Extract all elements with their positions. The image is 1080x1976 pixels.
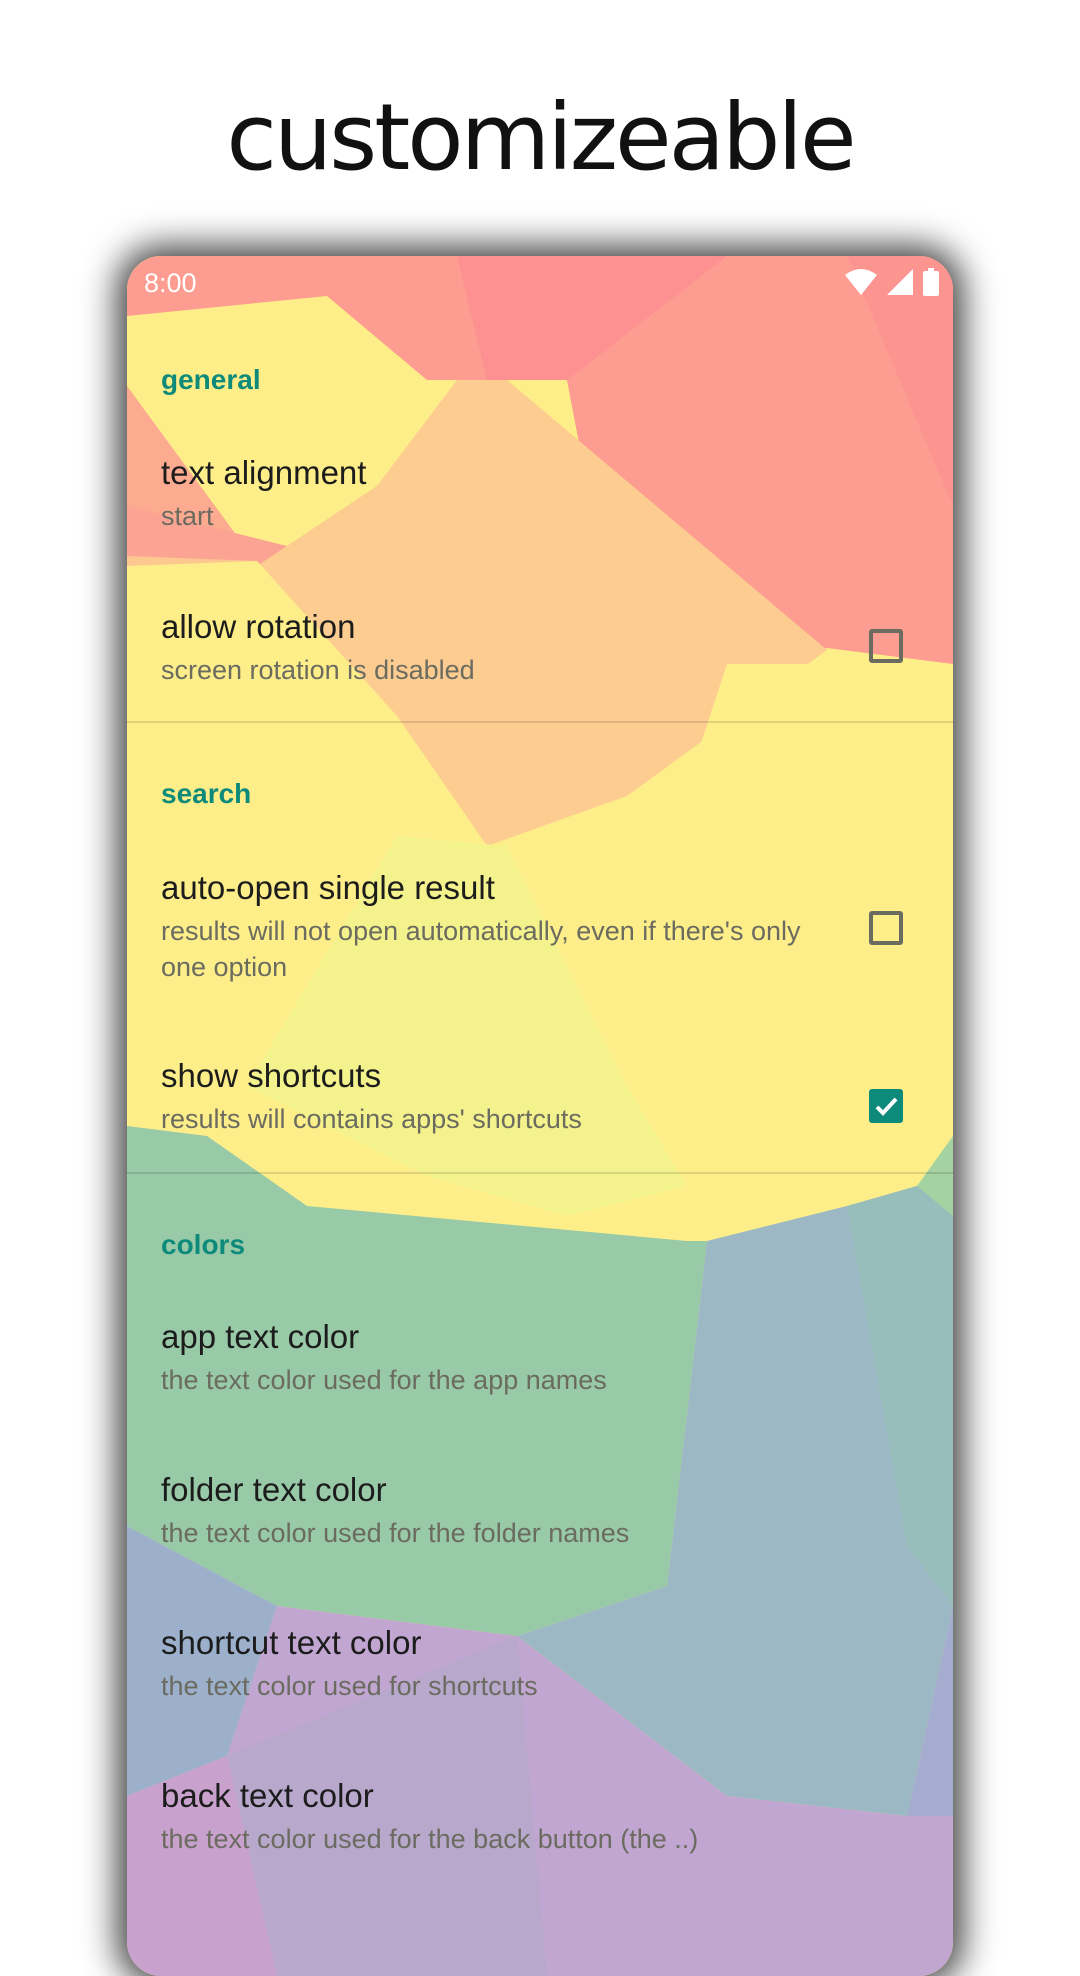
section-header-search: search [161, 778, 252, 809]
pref-summary: results will not open automatically, eve… [161, 916, 801, 982]
pref-summary: start [161, 501, 214, 531]
pref-title: show shortcuts [161, 1057, 382, 1094]
pref-title: shortcut text color [161, 1624, 422, 1661]
phone-screen: 8:00 general text alignment start allow … [127, 256, 953, 1976]
pref-summary: the text color used for the app names [161, 1365, 607, 1395]
status-time: 8:00 [144, 268, 197, 298]
status-bar: 8:00 [127, 256, 953, 310]
pref-text-alignment[interactable]: text alignment start [127, 454, 953, 594]
pref-title: back text color [161, 1777, 374, 1814]
pref-allow-rotation[interactable]: allow rotation screen rotation is disabl… [127, 608, 953, 748]
pref-summary: screen rotation is disabled [161, 655, 475, 685]
pref-summary: the text color used for the folder names [161, 1518, 630, 1548]
pref-title: auto-open single result [161, 869, 495, 906]
allow-rotation-checkbox[interactable] [869, 629, 903, 663]
pref-summary: results will contains apps' shortcuts [161, 1104, 582, 1134]
section-header-general: general [161, 364, 261, 395]
check-icon [875, 1097, 898, 1116]
section-header-colors: colors [161, 1229, 246, 1260]
divider [127, 1172, 953, 1174]
pref-app-text-color[interactable]: app text color the text color used for t… [127, 1318, 953, 1458]
wifi-icon [845, 269, 877, 295]
signal-icon [887, 269, 913, 295]
pref-show-shortcuts[interactable]: show shortcuts results will contains app… [127, 1057, 953, 1177]
pref-back-text-color[interactable]: back text color the text color used for … [127, 1777, 953, 1917]
show-shortcuts-checkbox[interactable] [869, 1089, 903, 1123]
pref-title: allow rotation [161, 608, 356, 645]
divider [127, 721, 953, 723]
headline: customizeable [226, 84, 856, 191]
pref-shortcut-text-color[interactable]: shortcut text color the text color used … [127, 1624, 953, 1764]
pref-title: folder text color [161, 1471, 387, 1508]
battery-icon [923, 268, 939, 296]
pref-summary: the text color used for shortcuts [161, 1671, 538, 1701]
auto-open-checkbox[interactable] [869, 911, 903, 945]
pref-summary: the text color used for the back button … [161, 1824, 699, 1854]
pref-title: text alignment [161, 454, 367, 491]
pref-title: app text color [161, 1318, 360, 1355]
pref-folder-text-color[interactable]: folder text color the text color used fo… [127, 1471, 953, 1611]
pref-auto-open-single-result[interactable]: auto-open single result results will not… [127, 869, 953, 1009]
